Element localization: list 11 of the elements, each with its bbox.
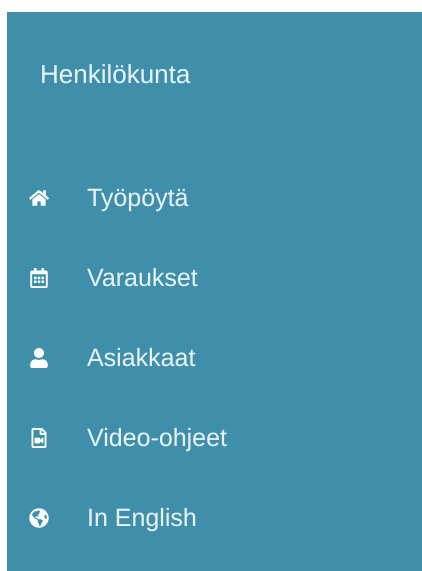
globe-icon (29, 508, 49, 528)
video-file-icon (29, 428, 49, 448)
sidebar-title: Henkilökunta (39, 58, 192, 91)
calendar-icon (29, 268, 49, 288)
menu-item[interactable]: Asiakkaat (7, 340, 422, 376)
home-icon (29, 188, 49, 208)
menu-item[interactable]: In English (7, 500, 422, 536)
menu-item[interactable]: Video-ohjeet (7, 420, 422, 456)
user-icon (29, 348, 49, 368)
menu-item[interactable]: Työpöytä (7, 180, 422, 216)
menu-item[interactable]: Varaukset (7, 260, 422, 296)
